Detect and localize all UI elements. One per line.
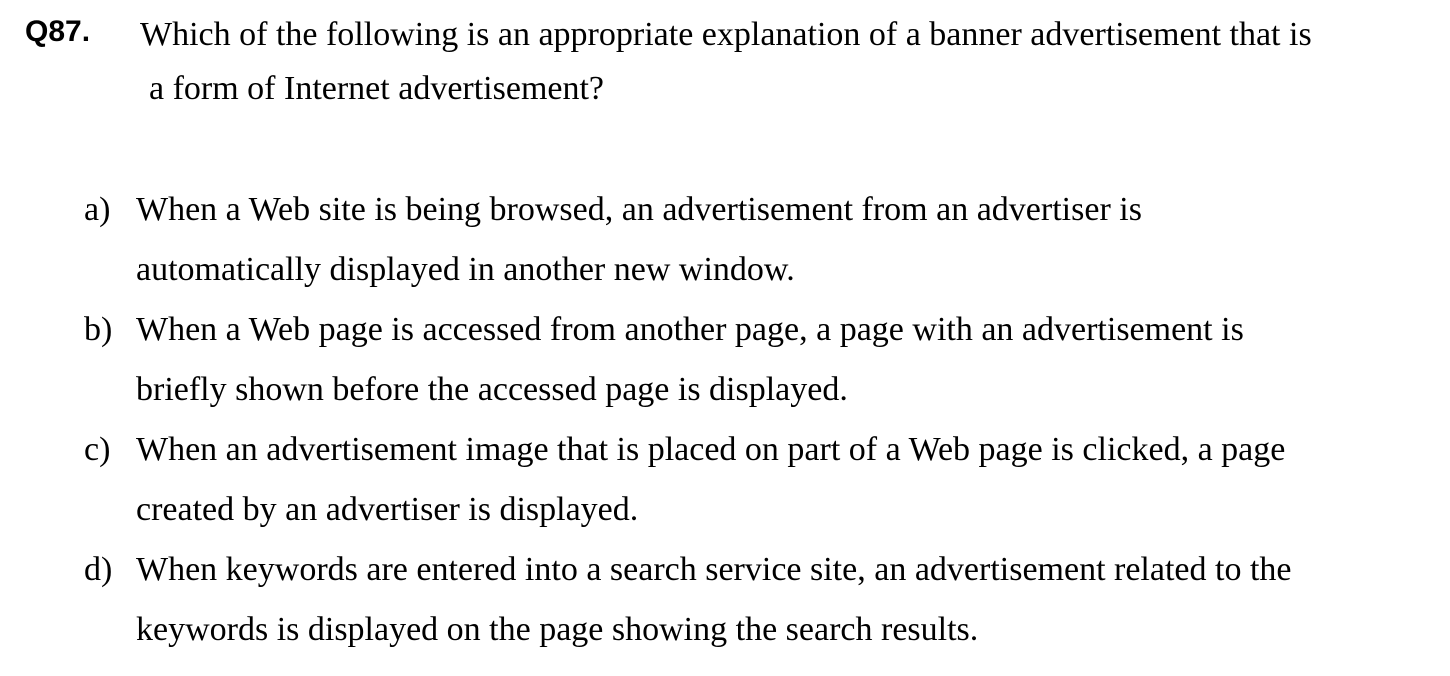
option-label: c) bbox=[84, 431, 111, 468]
option-text: When keywords are entered into a search … bbox=[136, 540, 1424, 660]
option-label: b) bbox=[84, 311, 113, 348]
option-b[interactable]: b) When a Web page is accessed from anot… bbox=[84, 300, 1424, 420]
option-text-line-2: automatically displayed in another new w… bbox=[136, 251, 795, 288]
option-c[interactable]: c) When an advertisement image that is p… bbox=[84, 420, 1424, 540]
question-text: Which of the following is an appropriate… bbox=[140, 8, 1430, 116]
option-text: When a Web page is accessed from another… bbox=[136, 300, 1424, 420]
option-text: When an advertisement image that is plac… bbox=[136, 420, 1424, 540]
option-text-line-2: created by an advertiser is displayed. bbox=[136, 491, 639, 528]
option-a[interactable]: a) When a Web site is being browsed, an … bbox=[84, 180, 1424, 300]
option-label: d) bbox=[84, 551, 113, 588]
option-text-line-1: When a Web site is being browsed, an adv… bbox=[136, 191, 1142, 228]
option-text-line-2: keywords is displayed on the page showin… bbox=[136, 611, 979, 648]
option-d[interactable]: d) When keywords are entered into a sear… bbox=[84, 540, 1424, 660]
question-text-line-1: Which of the following is an appropriate… bbox=[140, 16, 1312, 53]
question-text-line-2: a form of Internet advertisement? bbox=[149, 70, 605, 107]
option-text-line-1: When a Web page is accessed from another… bbox=[136, 311, 1244, 348]
option-text-line-1: When an advertisement image that is plac… bbox=[136, 431, 1286, 468]
option-text-line-1: When keywords are entered into a search … bbox=[136, 551, 1292, 588]
option-label: a) bbox=[84, 191, 111, 228]
option-text-line-2: briefly shown before the accessed page i… bbox=[136, 371, 848, 408]
question-number: Q87. bbox=[25, 15, 91, 48]
option-text: When a Web site is being browsed, an adv… bbox=[136, 180, 1424, 300]
answer-options: a) When a Web site is being browsed, an … bbox=[84, 180, 1424, 660]
